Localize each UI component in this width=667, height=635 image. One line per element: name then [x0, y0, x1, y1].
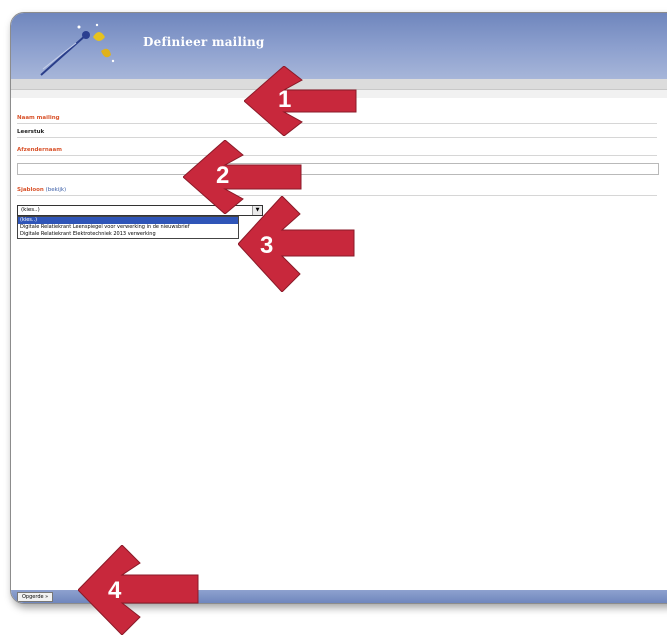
select-value: (kies..) [21, 207, 40, 213]
naam-underline [17, 137, 657, 138]
callout-number-2: 2 [216, 162, 230, 189]
callout-arrow-4: 4 [78, 545, 202, 635]
naam-input[interactable]: Leerstuk [17, 129, 44, 135]
sjabloon-link[interactable]: (bekijk) [46, 187, 67, 193]
naam-label: Naam mailing [17, 115, 60, 121]
callout-arrow-1: 1 [244, 66, 364, 136]
afzender-label: Afzendernaam [17, 147, 62, 153]
callout-number-3: 3 [260, 232, 274, 259]
dropdown-option[interactable]: Digitale Relatiekrant Leenspiegel voor v… [18, 224, 238, 231]
dropdown-option[interactable]: (kies..) [18, 217, 238, 224]
window-title: Definieer mailing [143, 35, 265, 49]
callout-number-1: 1 [278, 86, 292, 113]
sjabloon-dropdown: (kies..) Digitale Relatiekrant Leenspieg… [17, 216, 239, 239]
afzender-input[interactable] [17, 163, 659, 175]
dropdown-option[interactable]: Digitale Relatiekrant Elektrotechniek 20… [18, 231, 238, 238]
callout-number-4: 4 [108, 577, 122, 604]
logo-icon [31, 17, 141, 77]
afzender-line [17, 155, 657, 156]
callout-arrow-3: 3 [238, 196, 358, 292]
sjabloon-label-row: Sjabloon (bekijk) [17, 187, 66, 193]
footer-button[interactable]: Opgerde » [17, 592, 54, 602]
sjabloon-label: Sjabloon [17, 187, 44, 193]
